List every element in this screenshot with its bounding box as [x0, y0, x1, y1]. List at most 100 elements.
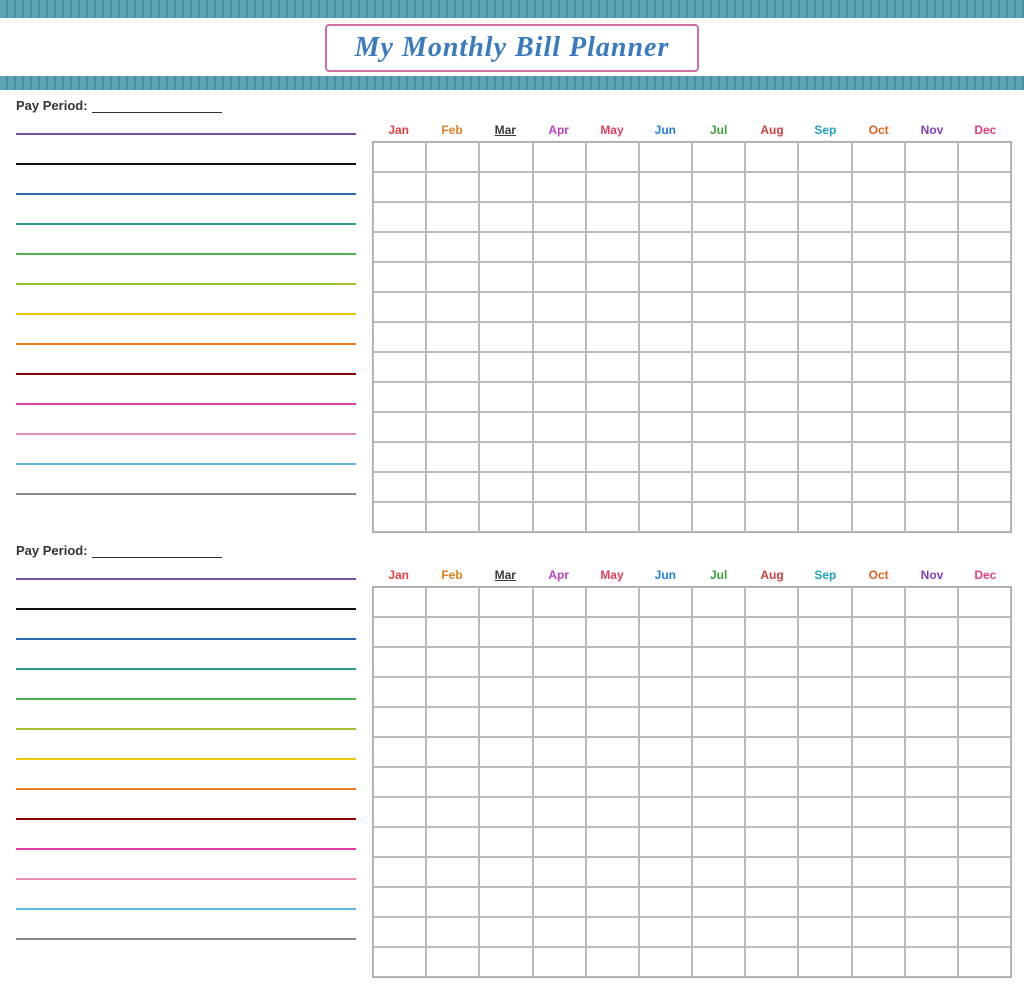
grid-cell[interactable] — [479, 947, 532, 977]
grid-cell[interactable] — [373, 502, 426, 532]
grid-cell[interactable] — [639, 172, 692, 202]
grid-cell[interactable] — [426, 857, 479, 887]
grid-cell[interactable] — [692, 857, 745, 887]
grid-cell[interactable] — [852, 502, 905, 532]
grid-cell[interactable] — [639, 322, 692, 352]
grid-cell[interactable] — [479, 442, 532, 472]
grid-cell[interactable] — [852, 587, 905, 617]
grid-cell[interactable] — [426, 172, 479, 202]
grid-cell[interactable] — [586, 382, 639, 412]
grid-cell[interactable] — [958, 352, 1011, 382]
grid-cell[interactable] — [639, 767, 692, 797]
grid-cell[interactable] — [586, 587, 639, 617]
grid-cell[interactable] — [958, 292, 1011, 322]
grid-cell[interactable] — [958, 442, 1011, 472]
grid-cell[interactable] — [639, 827, 692, 857]
grid-cell[interactable] — [373, 947, 426, 977]
grid-cell[interactable] — [426, 887, 479, 917]
grid-cell[interactable] — [426, 677, 479, 707]
grid-cell[interactable] — [479, 472, 532, 502]
pay-period-line-2[interactable] — [92, 544, 222, 558]
grid-cell[interactable] — [426, 617, 479, 647]
grid-cell[interactable] — [586, 737, 639, 767]
grid-cell[interactable] — [905, 857, 958, 887]
grid-cell[interactable] — [479, 382, 532, 412]
grid-cell[interactable] — [798, 442, 851, 472]
grid-cell[interactable] — [479, 887, 532, 917]
grid-cell[interactable] — [479, 502, 532, 532]
grid-cell[interactable] — [479, 412, 532, 442]
grid-cell[interactable] — [586, 352, 639, 382]
grid-cell[interactable] — [745, 617, 798, 647]
grid-cell[interactable] — [533, 502, 586, 532]
grid-cell[interactable] — [958, 617, 1011, 647]
grid-cell[interactable] — [852, 142, 905, 172]
grid-cell[interactable] — [798, 797, 851, 827]
grid-cell[interactable] — [798, 322, 851, 352]
grid-cell[interactable] — [639, 857, 692, 887]
grid-cell[interactable] — [958, 827, 1011, 857]
grid-cell[interactable] — [745, 887, 798, 917]
grid-cell[interactable] — [373, 797, 426, 827]
grid-cell[interactable] — [639, 647, 692, 677]
grid-cell[interactable] — [533, 352, 586, 382]
grid-cell[interactable] — [692, 412, 745, 442]
grid-cell[interactable] — [745, 827, 798, 857]
grid-cell[interactable] — [373, 442, 426, 472]
grid-cell[interactable] — [852, 322, 905, 352]
grid-cell[interactable] — [426, 412, 479, 442]
grid-cell[interactable] — [479, 232, 532, 262]
grid-cell[interactable] — [798, 647, 851, 677]
grid-cell[interactable] — [639, 617, 692, 647]
grid-cell[interactable] — [798, 202, 851, 232]
grid-cell[interactable] — [586, 767, 639, 797]
grid-cell[interactable] — [692, 202, 745, 232]
grid-cell[interactable] — [479, 322, 532, 352]
grid-cell[interactable] — [692, 587, 745, 617]
grid-cell[interactable] — [745, 647, 798, 677]
grid-cell[interactable] — [905, 472, 958, 502]
grid-cell[interactable] — [479, 172, 532, 202]
grid-cell[interactable] — [852, 767, 905, 797]
grid-cell[interactable] — [639, 472, 692, 502]
grid-cell[interactable] — [745, 382, 798, 412]
grid-cell[interactable] — [692, 292, 745, 322]
grid-cell[interactable] — [692, 947, 745, 977]
grid-cell[interactable] — [958, 887, 1011, 917]
grid-cell[interactable] — [639, 797, 692, 827]
grid-cell[interactable] — [852, 262, 905, 292]
grid-cell[interactable] — [852, 292, 905, 322]
grid-cell[interactable] — [798, 617, 851, 647]
grid-cell[interactable] — [905, 352, 958, 382]
grid-cell[interactable] — [426, 502, 479, 532]
grid-cell[interactable] — [639, 352, 692, 382]
grid-cell[interactable] — [852, 857, 905, 887]
grid-cell[interactable] — [426, 352, 479, 382]
grid-cell[interactable] — [958, 707, 1011, 737]
grid-cell[interactable] — [586, 442, 639, 472]
grid-cell[interactable] — [426, 322, 479, 352]
grid-cell[interactable] — [692, 917, 745, 947]
grid-cell[interactable] — [639, 917, 692, 947]
grid-cell[interactable] — [533, 827, 586, 857]
grid-cell[interactable] — [905, 767, 958, 797]
grid-cell[interactable] — [905, 647, 958, 677]
grid-cell[interactable] — [905, 502, 958, 532]
grid-cell[interactable] — [798, 947, 851, 977]
grid-cell[interactable] — [639, 442, 692, 472]
grid-cell[interactable] — [373, 767, 426, 797]
grid-cell[interactable] — [745, 352, 798, 382]
grid-cell[interactable] — [426, 947, 479, 977]
grid-cell[interactable] — [692, 172, 745, 202]
grid-cell[interactable] — [852, 202, 905, 232]
grid-cell[interactable] — [905, 442, 958, 472]
grid-cell[interactable] — [745, 797, 798, 827]
grid-cell[interactable] — [586, 917, 639, 947]
grid-cell[interactable] — [958, 917, 1011, 947]
grid-cell[interactable] — [479, 262, 532, 292]
grid-cell[interactable] — [479, 292, 532, 322]
grid-cell[interactable] — [852, 797, 905, 827]
grid-cell[interactable] — [692, 262, 745, 292]
grid-cell[interactable] — [905, 617, 958, 647]
grid-cell[interactable] — [798, 172, 851, 202]
